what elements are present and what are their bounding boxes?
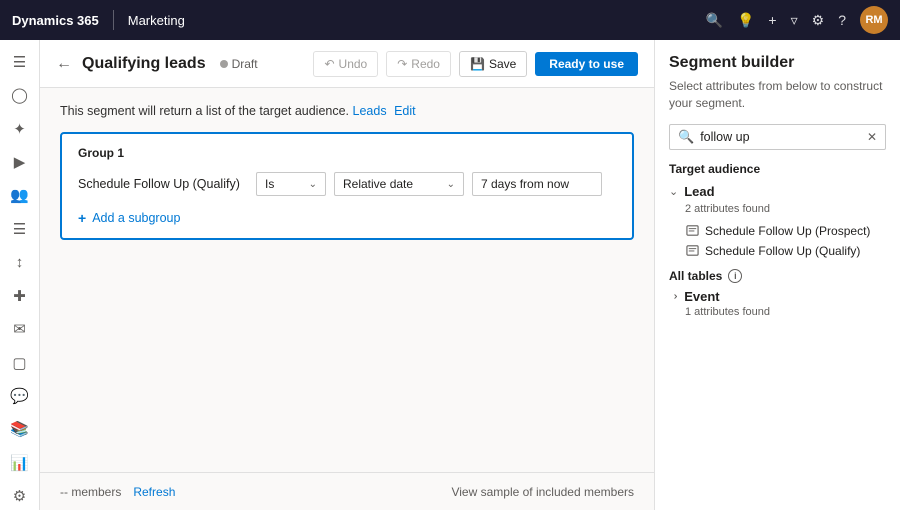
event-section: ⌄ Event 1 attributes found bbox=[669, 289, 886, 324]
date-type-dropdown[interactable]: Relative date ⌄ bbox=[334, 172, 464, 196]
layout: ☰ ◯ ✦ ▶ 👥 ☰ ↕ ✚ ✉ ▢ 💬 📚 📊 ⚙ ← Qualifying… bbox=[0, 40, 900, 510]
help-icon[interactable]: ? bbox=[838, 12, 846, 28]
sidebar-item-pin[interactable]: ✦ bbox=[4, 115, 36, 142]
redo-label: Redo bbox=[411, 57, 440, 71]
search-icon[interactable]: 🔍 bbox=[706, 12, 723, 29]
operator-chevron-icon: ⌄ bbox=[309, 179, 317, 190]
add-subgroup-button[interactable]: + Add a subgroup bbox=[78, 210, 616, 226]
info-text: This segment will return a list of the t… bbox=[60, 104, 349, 118]
event-section-header[interactable]: ⌄ Event bbox=[669, 289, 886, 304]
search-clear-icon[interactable]: ✕ bbox=[867, 130, 877, 144]
date-type-value: Relative date bbox=[343, 177, 413, 191]
back-button[interactable]: ← bbox=[56, 55, 72, 73]
sub-header-actions: ↶ Undo ↷ Redo 💾 Save Ready to use bbox=[313, 51, 638, 77]
refresh-link[interactable]: Refresh bbox=[133, 485, 175, 499]
avatar[interactable]: RM bbox=[860, 6, 888, 34]
lightbulb-icon[interactable]: 💡 bbox=[737, 12, 754, 29]
redo-button[interactable]: ↷ Redo bbox=[386, 51, 451, 77]
all-tables-label: All tables bbox=[669, 269, 722, 283]
status-text: Draft bbox=[232, 57, 258, 71]
ready-to-use-button[interactable]: Ready to use bbox=[535, 52, 638, 76]
view-sample-link[interactable]: View sample of included members bbox=[451, 485, 634, 499]
save-label: Save bbox=[489, 57, 516, 71]
all-tables-info-icon[interactable]: i bbox=[728, 269, 742, 283]
event-section-name: Event bbox=[684, 289, 719, 304]
search-input[interactable] bbox=[700, 130, 867, 144]
footer: -- members Refresh View sample of includ… bbox=[40, 472, 654, 510]
event-count: 1 attributes found bbox=[669, 306, 886, 318]
undo-button[interactable]: ↶ Undo bbox=[313, 51, 378, 77]
condition-row: Schedule Follow Up (Qualify) Is ⌄ Relati… bbox=[78, 172, 616, 196]
settings-icon[interactable]: ⚙ bbox=[812, 12, 825, 29]
sidebar-item-analytics[interactable]: 📊 bbox=[4, 449, 36, 476]
sidebar-item-pages[interactable]: ▢ bbox=[4, 349, 36, 376]
info-bar: This segment will return a list of the t… bbox=[60, 104, 634, 118]
members-text: -- members bbox=[60, 485, 121, 499]
save-icon: 💾 bbox=[470, 57, 485, 71]
content-area: This segment will return a list of the t… bbox=[40, 88, 654, 472]
condition-field-label: Schedule Follow Up (Qualify) bbox=[78, 177, 248, 191]
main-content: ← Qualifying leads Draft ↶ Undo ↷ Redo 💾… bbox=[40, 40, 654, 510]
panel-desc: Select attributes from below to construc… bbox=[669, 78, 886, 112]
operator-dropdown[interactable]: Is ⌄ bbox=[256, 172, 326, 196]
sidebar-item-home[interactable]: ◯ bbox=[4, 81, 36, 108]
sidebar-item-email[interactable]: ✉ bbox=[4, 315, 36, 342]
all-tables-row: All tables i bbox=[669, 269, 886, 283]
entity-link[interactable]: Leads bbox=[353, 104, 387, 118]
undo-label: Undo bbox=[339, 57, 368, 71]
sub-header: ← Qualifying leads Draft ↶ Undo ↷ Redo 💾… bbox=[40, 40, 654, 88]
group-box: Group 1 Schedule Follow Up (Qualify) Is … bbox=[60, 132, 634, 240]
lead-section-header[interactable]: ⌄ Lead bbox=[669, 184, 886, 199]
search-icon: 🔍 bbox=[678, 129, 694, 145]
sidebar-icons: ☰ ◯ ✦ ▶ 👥 ☰ ↕ ✚ ✉ ▢ 💬 📚 📊 ⚙ bbox=[0, 40, 40, 510]
redo-icon: ↷ bbox=[397, 57, 407, 71]
nav-brand: Dynamics 365 bbox=[12, 13, 99, 28]
add-subgroup-label: Add a subgroup bbox=[92, 211, 180, 225]
lead-count: 2 attributes found bbox=[669, 203, 886, 215]
sidebar-item-chat[interactable]: 💬 bbox=[4, 382, 36, 409]
lead-chevron-icon: ⌄ bbox=[669, 185, 678, 198]
group-label: Group 1 bbox=[78, 146, 616, 160]
sidebar-item-play[interactable]: ▶ bbox=[4, 148, 36, 175]
save-button[interactable]: 💾 Save bbox=[459, 51, 527, 77]
ready-label: Ready to use bbox=[549, 57, 624, 71]
attribute-name-1: Schedule Follow Up (Qualify) bbox=[705, 244, 860, 258]
attribute-item[interactable]: Schedule Follow Up (Prospect) bbox=[669, 221, 886, 241]
sidebar-item-contacts[interactable]: 👥 bbox=[4, 182, 36, 209]
attribute-icon-0 bbox=[685, 224, 699, 238]
edit-link[interactable]: Edit bbox=[394, 104, 416, 118]
sidebar-item-menu[interactable]: ☰ bbox=[4, 48, 36, 75]
nav-brand-text: Dynamics 365 bbox=[12, 13, 99, 28]
nav-divider bbox=[113, 10, 114, 30]
operator-value: Is bbox=[265, 177, 274, 191]
date-value-text: 7 days from now bbox=[481, 177, 569, 191]
attribute-name-0: Schedule Follow Up (Prospect) bbox=[705, 224, 870, 238]
right-panel: Segment builder Select attributes from b… bbox=[654, 40, 900, 510]
sidebar-item-arrows[interactable]: ↕ bbox=[4, 249, 36, 276]
page-title: Qualifying leads bbox=[82, 55, 206, 73]
top-nav: Dynamics 365 Marketing 🔍 💡 + ▿ ⚙ ? RM bbox=[0, 0, 900, 40]
lead-section-name: Lead bbox=[684, 184, 714, 199]
filter-icon[interactable]: ▿ bbox=[791, 12, 798, 29]
undo-icon: ↶ bbox=[324, 57, 334, 71]
audience-label: Target audience bbox=[669, 162, 886, 176]
plus-icon[interactable]: + bbox=[768, 12, 776, 28]
sidebar-item-config[interactable]: ⚙ bbox=[4, 482, 36, 509]
nav-icons: 🔍 💡 + ▿ ⚙ ? RM bbox=[706, 6, 888, 34]
status-dot bbox=[220, 60, 228, 68]
status-badge: Draft bbox=[220, 57, 258, 71]
date-value-field: 7 days from now bbox=[472, 172, 602, 196]
event-chevron-icon: ⌄ bbox=[667, 291, 680, 300]
sidebar-item-library[interactable]: 📚 bbox=[4, 416, 36, 443]
date-type-chevron-icon: ⌄ bbox=[447, 179, 455, 190]
plus-subgroup-icon: + bbox=[78, 210, 86, 226]
attribute-item[interactable]: Schedule Follow Up (Qualify) bbox=[669, 241, 886, 261]
nav-app-name: Marketing bbox=[128, 13, 185, 28]
search-box: 🔍 ✕ bbox=[669, 124, 886, 150]
lead-section: ⌄ Lead 2 attributes found Schedule Follo… bbox=[669, 184, 886, 261]
sidebar-item-list[interactable]: ☰ bbox=[4, 215, 36, 242]
attribute-icon-1 bbox=[685, 244, 699, 258]
panel-title: Segment builder bbox=[669, 54, 886, 72]
sidebar-item-segments[interactable]: ✚ bbox=[4, 282, 36, 309]
